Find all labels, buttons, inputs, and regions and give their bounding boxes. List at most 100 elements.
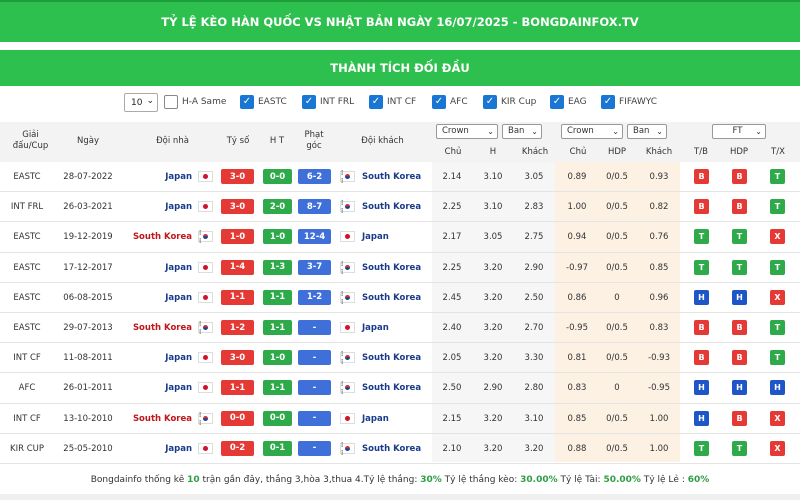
corner-badge: -: [298, 440, 331, 456]
filter-item-kir-cup[interactable]: ✓ KIR Cup: [483, 95, 536, 109]
halftime-badge: 1-0: [263, 350, 292, 366]
away-team-link[interactable]: South Korea: [362, 283, 432, 313]
japan-flag-icon: [198, 382, 213, 394]
corner-badge: 3-7: [298, 259, 331, 275]
south-korea-flag-icon: [340, 441, 355, 457]
checkbox-checked-icon[interactable]: ✓: [550, 95, 564, 109]
date-cell: 26-01-2011: [63, 383, 113, 394]
summary-text: Tỷ lệ thắng kèo:: [444, 475, 518, 485]
checkbox-checked-icon[interactable]: ✓: [302, 95, 316, 109]
filter-label: INT FRL: [320, 97, 355, 107]
checkbox-checked-icon[interactable]: ✓: [240, 95, 254, 109]
hdp-line: 0/0.5: [606, 323, 628, 333]
result-hdp-badge: B: [732, 169, 747, 184]
checkbox-checked-icon[interactable]: ✓: [601, 95, 615, 109]
hdp-away: 0.96: [649, 292, 669, 303]
halftime-badge: 0-0: [263, 169, 292, 184]
table-row: EASTC 19-12-2019 South Korea 1-0 1-0 12-4 Japa…: [0, 222, 800, 253]
hdp-line: 0/0.5: [606, 443, 628, 454]
away-team-link[interactable]: South Korea: [362, 434, 432, 464]
odds-away: 3.05: [524, 172, 544, 182]
filter-item-int-frl[interactable]: ✓ INT FRL: [302, 95, 354, 109]
league-cell: INT FRL: [10, 202, 44, 213]
banner-title: TỶ LỆ KÈO HÀN QUỐC VS NHẬT BẢN NGÀY 16/0…: [161, 15, 639, 29]
odds-draw: 3.10: [483, 172, 503, 182]
halftime-badge: 1-1: [263, 380, 292, 396]
home-team-link[interactable]: Japan: [120, 253, 192, 283]
corner-badge: 8-7: [298, 199, 331, 215]
away-team-link[interactable]: Japan: [362, 404, 432, 434]
hdp-line: 0: [614, 292, 620, 303]
filter-item-eastc[interactable]: ✓ EASTC: [240, 95, 287, 109]
filter-item-fifawyc[interactable]: ✓ FIFAWYC: [601, 95, 657, 109]
away-team-link[interactable]: South Korea: [362, 253, 432, 283]
odds-company-select-2[interactable]: Crown ⌄: [561, 124, 623, 139]
halftime-badge: 1-3: [263, 259, 292, 275]
hdp-home: 0.86: [567, 292, 587, 303]
col-odds-home: Chủ: [444, 147, 462, 157]
filter-item-eag[interactable]: ✓ EAG: [550, 95, 587, 109]
filter-item-int-cf[interactable]: ✓ INT CF: [369, 95, 416, 109]
odds-company-select-1[interactable]: Crown ⌄: [436, 124, 498, 139]
col-odds-draw: H: [489, 147, 497, 157]
odd-rate: 60%: [687, 475, 710, 485]
match-count-select[interactable]: 10 ⌄: [124, 93, 158, 112]
odds-away: 2.50: [524, 292, 544, 303]
result-hdp-badge: B: [732, 320, 747, 335]
filter-label: EAG: [568, 97, 587, 107]
home-team-link[interactable]: Japan: [120, 192, 192, 222]
result-hdp-badge: B: [732, 199, 747, 215]
away-team-link[interactable]: Japan: [362, 222, 432, 252]
away-team-link[interactable]: South Korea: [362, 192, 432, 222]
home-team-link[interactable]: South Korea: [120, 404, 192, 434]
result-tx-badge: T: [770, 320, 785, 335]
date-cell: 11-08-2011: [63, 353, 113, 364]
away-team-link[interactable]: Japan: [362, 313, 432, 343]
score-badge: 0-2: [221, 440, 254, 456]
period-select[interactable]: FT ⌄: [712, 124, 766, 139]
japan-flag-icon: [340, 231, 355, 243]
result-tx-badge: X: [770, 440, 785, 456]
hdp-home: 1.00: [567, 202, 587, 213]
checkbox-unchecked-icon[interactable]: [164, 95, 178, 109]
home-team-link[interactable]: Japan: [120, 162, 192, 192]
checkbox-checked-icon[interactable]: ✓: [483, 95, 497, 109]
score-badge: 3-0: [221, 169, 254, 184]
hdp-line: 0: [614, 383, 620, 394]
away-team-link[interactable]: South Korea: [362, 373, 432, 403]
table-row: INT CF 11-08-2011 Japan 3-0 1-0- South Korea 2…: [0, 343, 800, 374]
home-team-link[interactable]: Japan: [120, 434, 192, 464]
result-tb-badge: B: [694, 320, 709, 335]
result-hdp-badge: H: [732, 380, 747, 396]
away-team-link[interactable]: South Korea: [362, 162, 432, 192]
south-korea-flag-icon: [198, 229, 213, 245]
win-rate: 30%: [420, 475, 442, 485]
checkbox-checked-icon[interactable]: ✓: [369, 95, 383, 109]
date-cell: 29-07-2013: [63, 323, 113, 333]
checkbox-checked-icon[interactable]: ✓: [432, 95, 446, 109]
filter-item-afc[interactable]: ✓ AFC: [432, 95, 468, 109]
odds-draw: 3.05: [483, 232, 503, 243]
home-team-link[interactable]: Japan: [120, 283, 192, 313]
hdp-line: 0/0.5: [606, 353, 628, 364]
odds-time-select-2[interactable]: Ban ⌄: [627, 124, 667, 139]
result-hdp-badge: T: [732, 440, 747, 456]
summary-text: Tỷ lệ Tài:: [560, 475, 601, 485]
date-cell: 28-07-2022: [63, 172, 113, 182]
result-hdp-badge: H: [732, 289, 747, 305]
hdp-home: 0.89: [567, 172, 587, 182]
result-hdp-badge: T: [732, 229, 747, 245]
home-team-link[interactable]: Japan: [120, 343, 192, 373]
filter-item-h-a-same[interactable]: H-A Same: [164, 95, 226, 109]
date-cell: 25-05-2010: [63, 443, 113, 454]
home-team-link[interactable]: South Korea: [120, 222, 192, 252]
away-team-link[interactable]: South Korea: [362, 343, 432, 373]
hdp-away: 0.93: [649, 172, 669, 182]
col-date: Ngày: [77, 136, 99, 146]
hdp-line: 0/0.5: [606, 172, 628, 182]
home-team-link[interactable]: South Korea: [120, 313, 192, 343]
filter-label: EASTC: [258, 97, 287, 107]
odds-time-select-1[interactable]: Ban ⌄: [502, 124, 542, 139]
horizontal-scrollbar[interactable]: [0, 494, 800, 500]
home-team-link[interactable]: Japan: [120, 373, 192, 403]
